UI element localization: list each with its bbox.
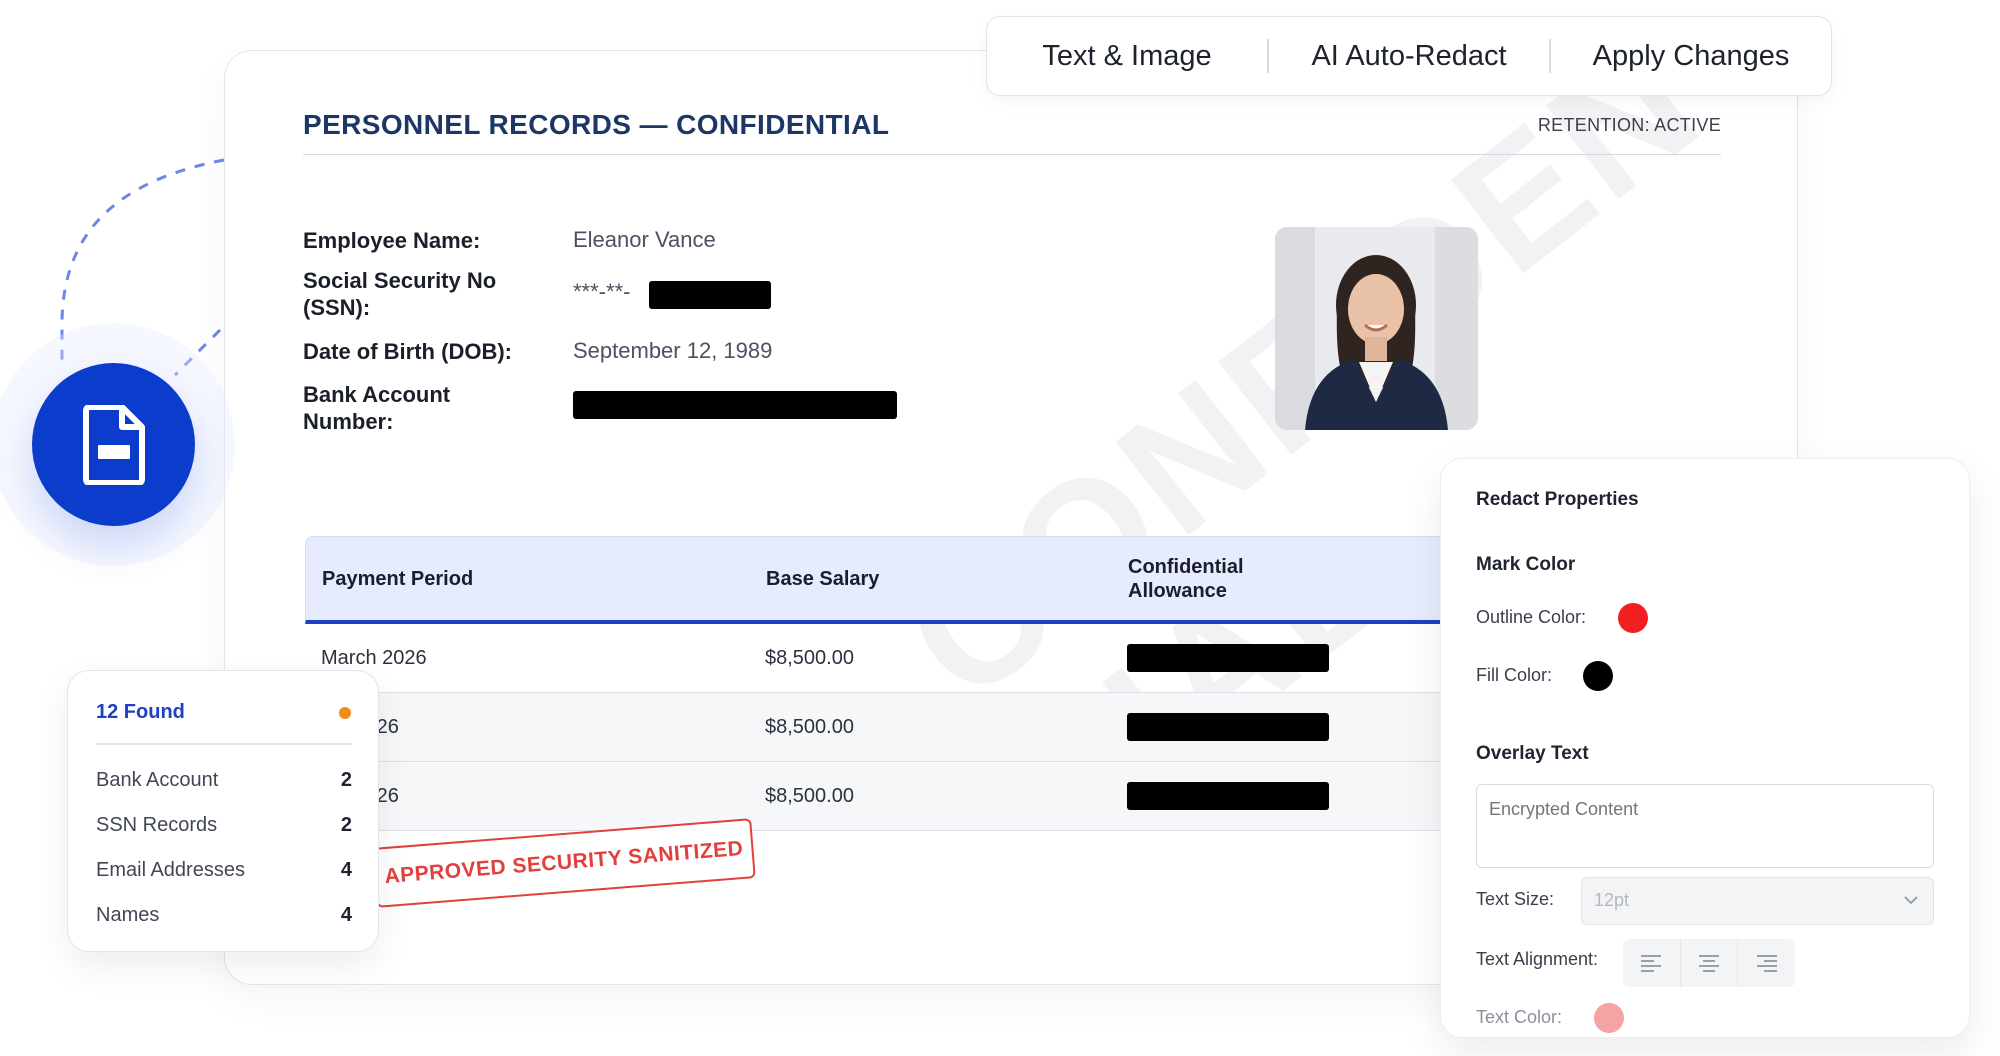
status-dot — [339, 707, 351, 719]
top-toolbar: Text & Image AI Auto-Redact Apply Change… — [986, 16, 1832, 96]
dob-value[interactable]: September 12, 1989 — [573, 338, 772, 364]
redact-properties-panel: Redact Properties Mark Color Outline Col… — [1440, 458, 1970, 1038]
dob-label: Date of Birth (DOB): — [303, 339, 512, 364]
found-item-names[interactable]: Names 4 — [96, 904, 352, 934]
ai-auto-redact-button[interactable]: AI Auto-Redact — [1269, 40, 1549, 73]
found-item-label: Email Addresses — [96, 859, 245, 881]
found-item-label: Names — [96, 904, 160, 926]
document-header: PERSONNEL RECORDS — CONFIDENTIAL RETENTI… — [303, 109, 1721, 155]
divider — [96, 743, 352, 745]
found-item-label: SSN Records — [96, 814, 218, 836]
align-right-button[interactable] — [1738, 939, 1795, 987]
text-color-swatch[interactable] — [1594, 1003, 1624, 1033]
ssn-label: Social Security No (SSN): — [303, 268, 497, 320]
text-size-value: 12pt — [1594, 890, 1630, 910]
header-confidential-allowance: Confidential Allowance — [1128, 556, 1244, 602]
employee-photo — [1275, 227, 1478, 430]
header-payment-period: Payment Period — [322, 568, 474, 590]
retention-status: RETENTION: ACTIVE — [1537, 115, 1721, 135]
panel-title: Redact Properties — [1476, 489, 1639, 510]
employee-name-value[interactable]: Eleanor Vance — [573, 227, 716, 253]
row-salary: $8,500.00 — [765, 647, 854, 669]
align-center-button[interactable] — [1681, 939, 1739, 987]
fill-color-label: Fill Color: — [1476, 665, 1553, 685]
align-left-button[interactable] — [1623, 939, 1681, 987]
found-item-count: 2 — [340, 769, 352, 791]
stamp-text: APPROVED SECURITY SANITIZED — [383, 836, 745, 889]
allowance-redaction-mark[interactable] — [1127, 644, 1329, 672]
allowance-redaction-mark[interactable] — [1127, 713, 1329, 741]
bank-account-redaction-mark[interactable] — [573, 391, 897, 419]
found-summary-panel: 12 Found Bank Account 2 SSN Records 2 Em… — [67, 670, 379, 952]
found-item-email-addresses[interactable]: Email Addresses 4 — [96, 859, 352, 889]
found-item-count: 4 — [340, 859, 352, 881]
found-item-count: 4 — [340, 904, 352, 926]
found-item-bank-account[interactable]: Bank Account 2 — [96, 769, 352, 799]
text-size-select[interactable]: 12pt — [1581, 877, 1934, 925]
overlay-text-heading: Overlay Text — [1476, 743, 1589, 764]
outline-color-label: Outline Color: — [1476, 607, 1587, 627]
bank-account-label: Bank Account Number: — [303, 382, 451, 434]
chevron-down-icon — [1904, 896, 1918, 905]
row-salary: $8,500.00 — [765, 785, 854, 807]
align-center-icon — [1699, 955, 1719, 972]
overlay-text-input[interactable] — [1476, 784, 1934, 868]
found-item-count: 2 — [340, 814, 352, 836]
text-size-label: Text Size: — [1476, 889, 1555, 909]
ssn-value[interactable]: ***-**- — [573, 279, 630, 305]
found-item-ssn-records[interactable]: SSN Records 2 — [96, 814, 352, 844]
found-item-label: Bank Account — [96, 769, 219, 791]
employee-name-label: Employee Name: — [303, 228, 481, 253]
document-title: PERSONNEL RECORDS — CONFIDENTIAL — [303, 109, 890, 140]
text-color-label: Text Color: — [1476, 1007, 1563, 1027]
header-base-salary: Base Salary — [766, 568, 880, 590]
redacted-file-icon — [82, 404, 145, 485]
outline-color-swatch[interactable] — [1618, 603, 1648, 633]
row-salary: $8,500.00 — [765, 716, 854, 738]
ssn-redaction-mark[interactable] — [649, 281, 771, 309]
text-alignment-label: Text Alignment: — [1476, 949, 1599, 969]
text-alignment-group — [1623, 939, 1795, 987]
found-count[interactable]: 12 Found — [96, 701, 185, 724]
fill-color-swatch[interactable] — [1583, 661, 1613, 691]
apply-changes-button[interactable]: Apply Changes — [1551, 40, 1831, 73]
text-image-button[interactable]: Text & Image — [987, 40, 1267, 73]
align-left-icon — [1641, 955, 1662, 972]
allowance-redaction-mark[interactable] — [1127, 782, 1329, 810]
mark-color-heading: Mark Color — [1476, 554, 1576, 575]
redact-document-button[interactable] — [32, 363, 195, 526]
align-right-icon — [1756, 955, 1777, 972]
